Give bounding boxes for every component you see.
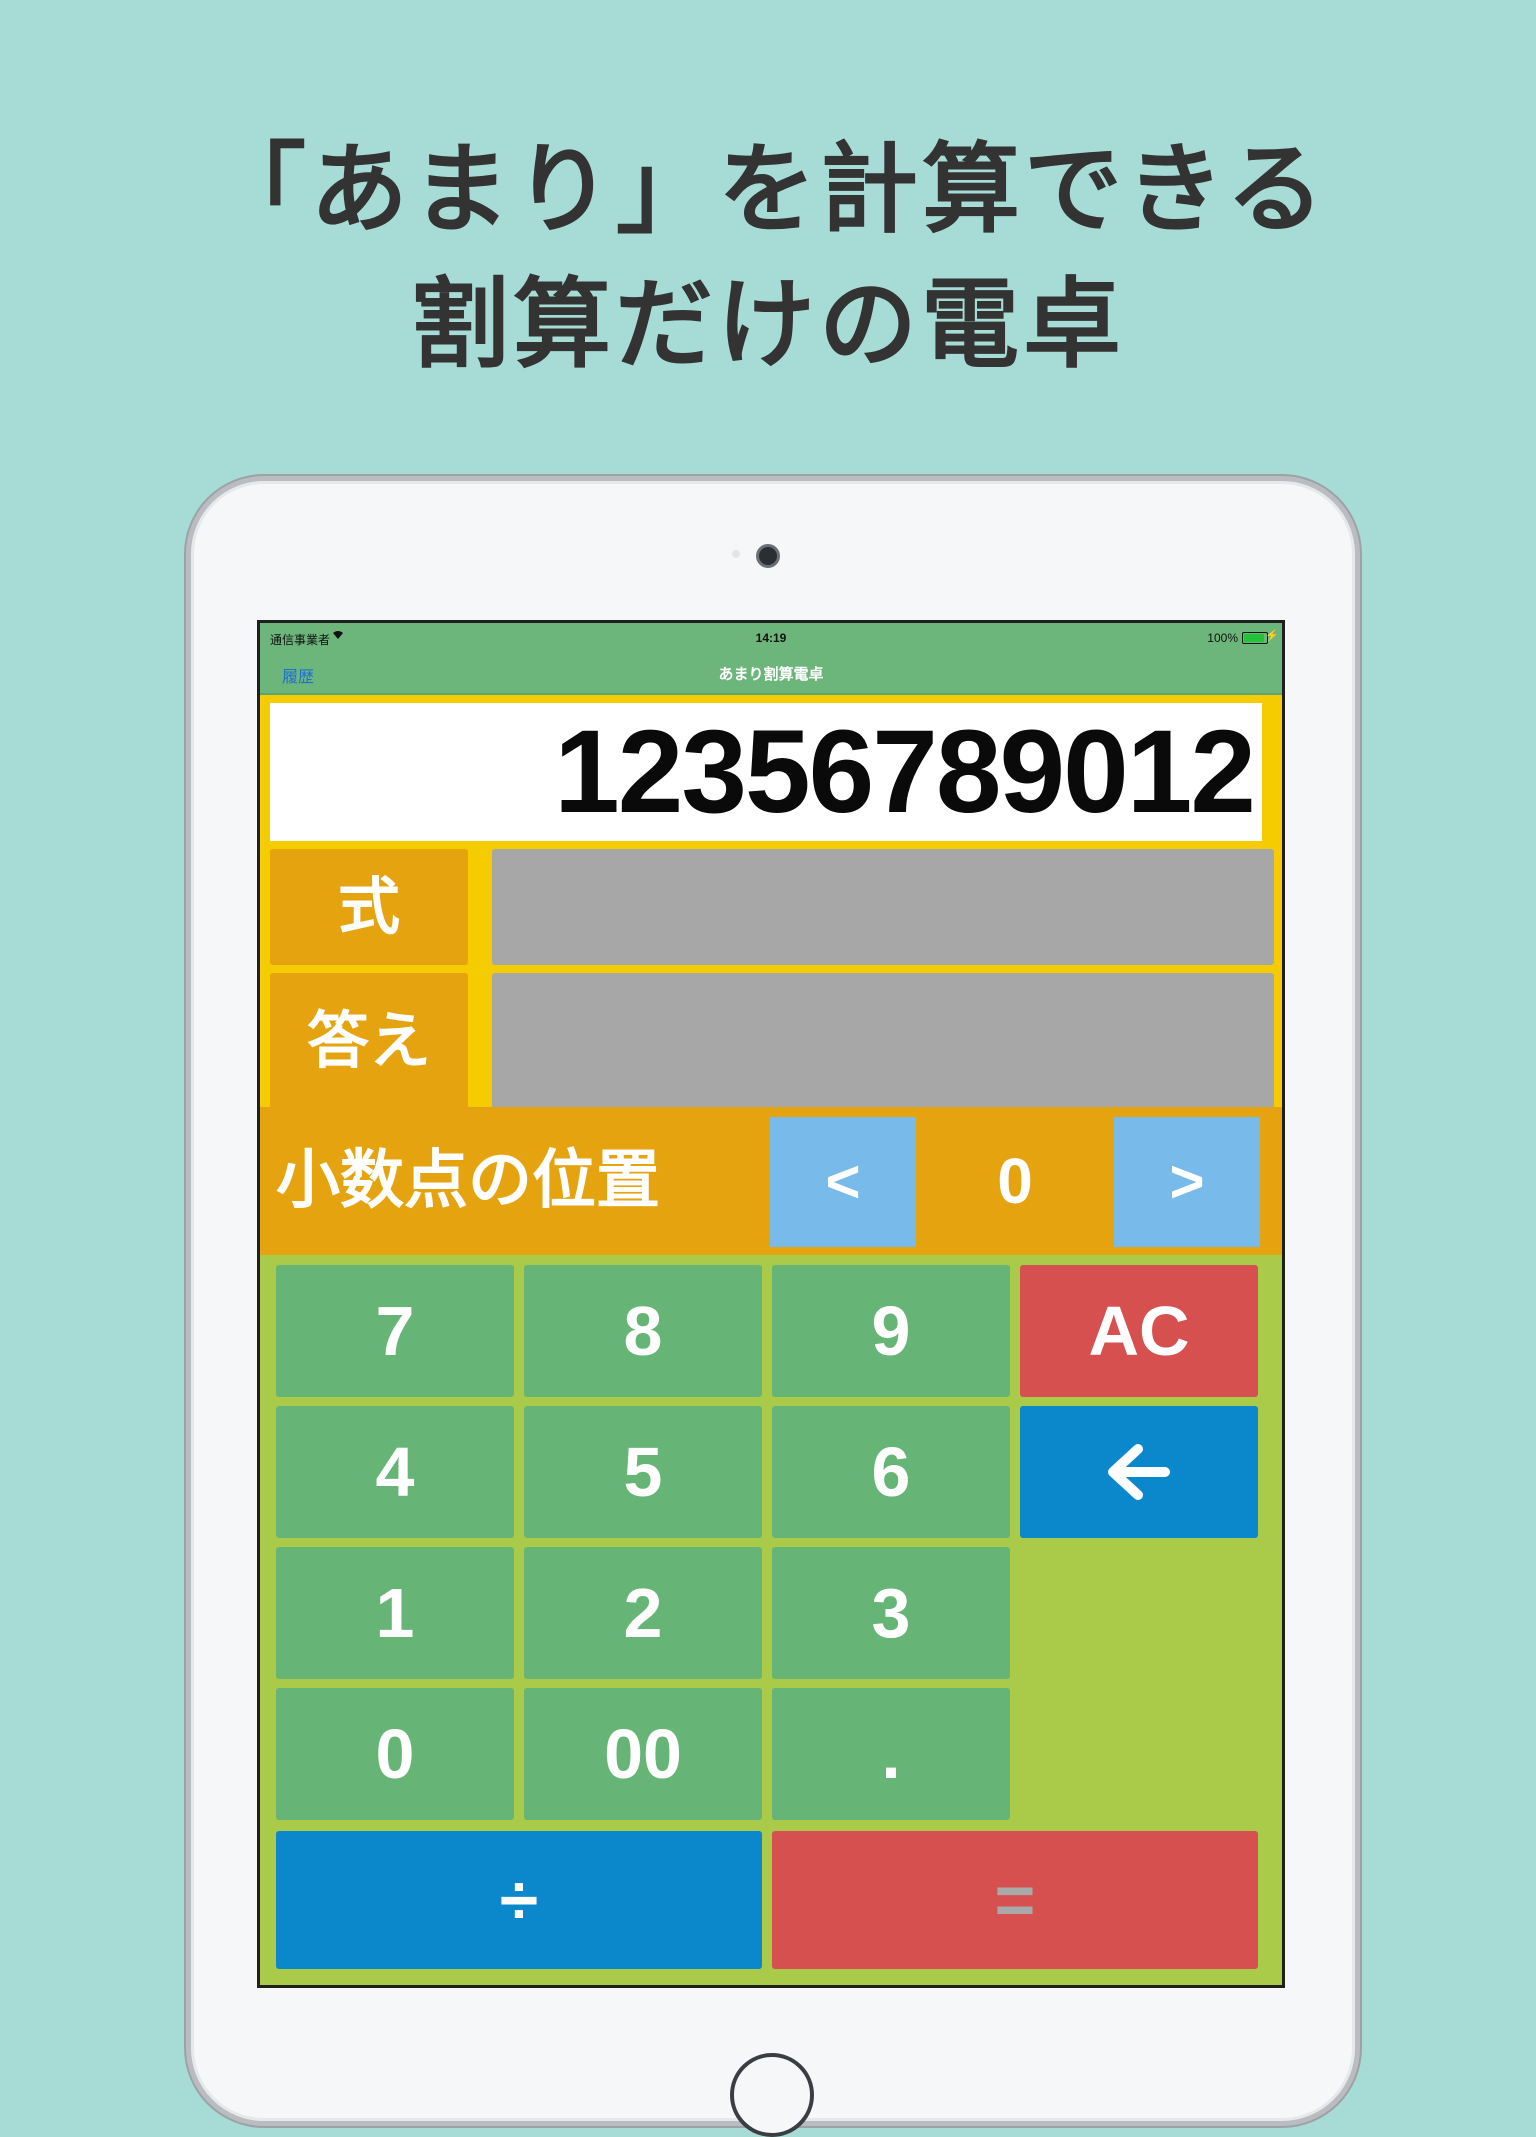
key-4[interactable]: 4: [276, 1406, 514, 1538]
key-8[interactable]: 8: [524, 1265, 762, 1397]
navigation-bar: 履歴 あまり割算電卓: [260, 653, 1282, 695]
display-area: 12356789012 式 答え: [260, 695, 1282, 1109]
answer-value: [492, 973, 1274, 1109]
answer-label: 答え: [270, 973, 468, 1109]
key-7[interactable]: 7: [276, 1265, 514, 1397]
battery-percent: 100%: [1207, 631, 1238, 645]
decimal-position-label: 小数点の位置: [276, 1144, 660, 1218]
home-button: [730, 2053, 814, 2137]
backspace-button[interactable]: [1020, 1406, 1258, 1538]
key-9[interactable]: 9: [772, 1265, 1010, 1397]
decimal-right-button[interactable]: >: [1114, 1117, 1260, 1247]
key-2[interactable]: 2: [524, 1547, 762, 1679]
key-decimal-point[interactable]: .: [772, 1688, 1010, 1820]
key-6[interactable]: 6: [772, 1406, 1010, 1538]
charging-icon: ⚡: [1265, 630, 1279, 642]
headline-line-2: 割算だけの電卓: [410, 268, 1125, 382]
all-clear-button[interactable]: AC: [1020, 1265, 1258, 1397]
status-bar: 通信事業者 14:19 100% ⚡: [260, 623, 1282, 653]
battery-icon: [1242, 632, 1268, 644]
main-display: 12356789012: [270, 703, 1262, 841]
app-screen: 通信事業者 14:19 100% ⚡ 履歴 あまり割算電卓 1235678901…: [257, 620, 1285, 1988]
key-00[interactable]: 00: [524, 1688, 762, 1820]
equals-button[interactable]: =: [772, 1831, 1258, 1969]
headline-line-1: 「あまり」を計算できる: [207, 133, 1329, 247]
decimal-position-value: 0: [997, 1145, 1033, 1217]
key-3[interactable]: 3: [772, 1547, 1010, 1679]
key-1[interactable]: 1: [276, 1547, 514, 1679]
backspace-arrow-icon: [1108, 1444, 1170, 1500]
camera-icon: [756, 544, 780, 568]
decimal-position-row: 小数点の位置 < 0 >: [260, 1107, 1282, 1255]
expression-value: [492, 849, 1274, 965]
divide-button[interactable]: ÷: [276, 1831, 762, 1969]
expression-label: 式: [270, 849, 468, 965]
key-0[interactable]: 0: [276, 1688, 514, 1820]
decimal-left-button[interactable]: <: [770, 1117, 916, 1247]
key-5[interactable]: 5: [524, 1406, 762, 1538]
status-time: 14:19: [755, 631, 787, 645]
front-sensor: [732, 550, 740, 558]
nav-title: あまり割算電卓: [718, 666, 824, 683]
